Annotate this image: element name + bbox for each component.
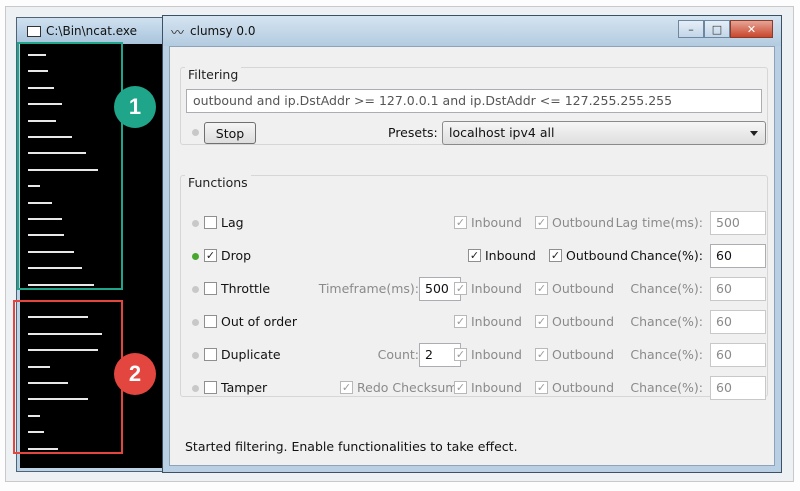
inbound-checkbox[interactable]: ✓ xyxy=(454,315,467,328)
function-param-label: Chance(%): xyxy=(630,281,703,296)
function-enable-checkbox[interactable] xyxy=(204,348,217,361)
function-param-label: Chance(%): xyxy=(630,380,703,395)
extra-param-label: Timeframe(ms): xyxy=(318,281,419,296)
inbound-label: Inbound xyxy=(471,380,522,395)
function-row-throttle: Throttle Timeframe(ms): 500 ✓ Inbound ✓ O… xyxy=(170,276,776,302)
function-name-label: Lag xyxy=(221,215,244,230)
function-row-lag: Lag ✓ Inbound ✓ Outbound Lag time(ms): 5… xyxy=(170,210,776,236)
presets-dropdown[interactable]: localhost ipv4 all xyxy=(442,121,766,145)
function-param-label: Chance(%): xyxy=(630,248,703,263)
function-name-label: Throttle xyxy=(221,281,271,296)
function-row-tamper: Tamper ✓ Redo Checksum ✓ Inbound ✓ Outbo… xyxy=(170,375,776,401)
inbound-checkbox[interactable]: ✓ xyxy=(454,216,467,229)
outbound-checkbox[interactable]: ✓ xyxy=(535,216,548,229)
ncat-titlebar[interactable]: C:\Bin\ncat.exe xyxy=(17,18,175,44)
inbound-label: Inbound xyxy=(485,248,536,263)
filtering-group-label: Filtering xyxy=(185,67,242,82)
function-status-led xyxy=(192,319,199,326)
extra-param-label: Count: xyxy=(377,347,419,362)
inbound-label: Inbound xyxy=(471,281,522,296)
maximize-button[interactable]: □ xyxy=(704,20,730,38)
outbound-label: Outbound xyxy=(552,314,615,329)
inbound-checkbox[interactable]: ✓ xyxy=(468,249,481,262)
function-enable-checkbox[interactable]: ✓ xyxy=(204,249,217,262)
function-param-label: Chance(%): xyxy=(630,314,703,329)
inbound-label: Inbound xyxy=(471,347,522,362)
inbound-checkbox[interactable]: ✓ xyxy=(454,348,467,361)
status-text: Started filtering. Enable functionalitie… xyxy=(185,439,518,454)
functions-group-label: Functions xyxy=(185,175,251,190)
outbound-checkbox[interactable]: ✓ xyxy=(535,348,548,361)
window-controls: – □ ✕ xyxy=(678,20,773,38)
inbound-label: Inbound xyxy=(471,215,522,230)
function-param-input[interactable]: 60 xyxy=(710,310,766,334)
function-row-drop: ✓ Drop ✓ Inbound ✓ Outbound Chance(%): 6… xyxy=(170,243,776,269)
annotation-badge-2: 2 xyxy=(114,353,156,395)
function-status-led xyxy=(192,220,199,227)
function-enable-checkbox[interactable] xyxy=(204,315,217,328)
function-param-input[interactable]: 60 xyxy=(710,343,766,367)
presets-label: Presets: xyxy=(388,125,438,140)
function-enable-checkbox[interactable] xyxy=(204,381,217,394)
function-param-input[interactable]: 500 xyxy=(710,211,766,235)
minimize-button[interactable]: – xyxy=(678,20,704,38)
annotation-badge-1: 1 xyxy=(114,86,156,128)
function-enable-checkbox[interactable] xyxy=(204,216,217,229)
function-row-out-of-order: Out of order ✓ Inbound ✓ Outbound Chance… xyxy=(170,309,776,335)
function-param-input[interactable]: 60 xyxy=(710,277,766,301)
inbound-label: Inbound xyxy=(471,314,522,329)
function-status-led xyxy=(192,385,199,392)
function-param-input[interactable]: 60 xyxy=(710,376,766,400)
function-name-label: Duplicate xyxy=(221,347,281,362)
screenshot-stage: C:\Bin\ncat.exe 1 2 〰 clumsy 0.0 – □ ✕ F… xyxy=(0,0,800,491)
console-icon xyxy=(27,25,41,37)
close-button[interactable]: ✕ xyxy=(730,20,773,38)
clumsy-window[interactable]: 〰 clumsy 0.0 – □ ✕ Filtering outbound an… xyxy=(162,15,782,473)
function-status-led xyxy=(192,352,199,359)
function-param-label: Lag time(ms): xyxy=(615,215,703,230)
outbound-label: Outbound xyxy=(552,380,615,395)
redo-checksum-checkbox[interactable]: ✓ xyxy=(340,381,353,394)
annotation-box-1 xyxy=(17,42,123,290)
outbound-checkbox[interactable]: ✓ xyxy=(535,315,548,328)
annotation-box-2 xyxy=(13,300,123,454)
function-status-led xyxy=(192,253,199,260)
dropdown-arrow-icon xyxy=(750,131,758,136)
function-row-duplicate: Duplicate Count: 2 ✓ Inbound ✓ Outbound C… xyxy=(170,342,776,368)
clumsy-titlebar[interactable]: 〰 clumsy 0.0 – □ ✕ xyxy=(163,16,781,46)
clumsy-client-area: Filtering outbound and ip.DstAddr >= 127… xyxy=(169,46,775,466)
presets-selected-value: localhost ipv4 all xyxy=(449,125,555,140)
redo-checksum-label: Redo Checksum xyxy=(357,380,458,395)
filter-status-led xyxy=(192,129,199,136)
ncat-window-title: C:\Bin\ncat.exe xyxy=(46,24,138,38)
outbound-label: Outbound xyxy=(552,281,615,296)
waveform-icon: 〰 xyxy=(171,25,185,41)
filter-expression-input[interactable]: outbound and ip.DstAddr >= 127.0.0.1 and… xyxy=(186,89,762,113)
outbound-label: Outbound xyxy=(566,248,629,263)
function-param-label: Chance(%): xyxy=(630,347,703,362)
outbound-label: Outbound xyxy=(552,347,615,362)
clumsy-window-title: clumsy 0.0 xyxy=(190,24,256,38)
inbound-checkbox[interactable]: ✓ xyxy=(454,381,467,394)
outbound-label: Outbound xyxy=(552,215,615,230)
function-name-label: Drop xyxy=(221,248,252,263)
stop-button[interactable]: Stop xyxy=(204,122,256,144)
function-name-label: Out of order xyxy=(221,314,297,329)
outbound-checkbox[interactable]: ✓ xyxy=(549,249,562,262)
function-param-input[interactable]: 60 xyxy=(710,244,766,268)
function-enable-checkbox[interactable] xyxy=(204,282,217,295)
inbound-checkbox[interactable]: ✓ xyxy=(454,282,467,295)
function-name-label: Tamper xyxy=(221,380,268,395)
outbound-checkbox[interactable]: ✓ xyxy=(535,282,548,295)
outbound-checkbox[interactable]: ✓ xyxy=(535,381,548,394)
function-status-led xyxy=(192,286,199,293)
